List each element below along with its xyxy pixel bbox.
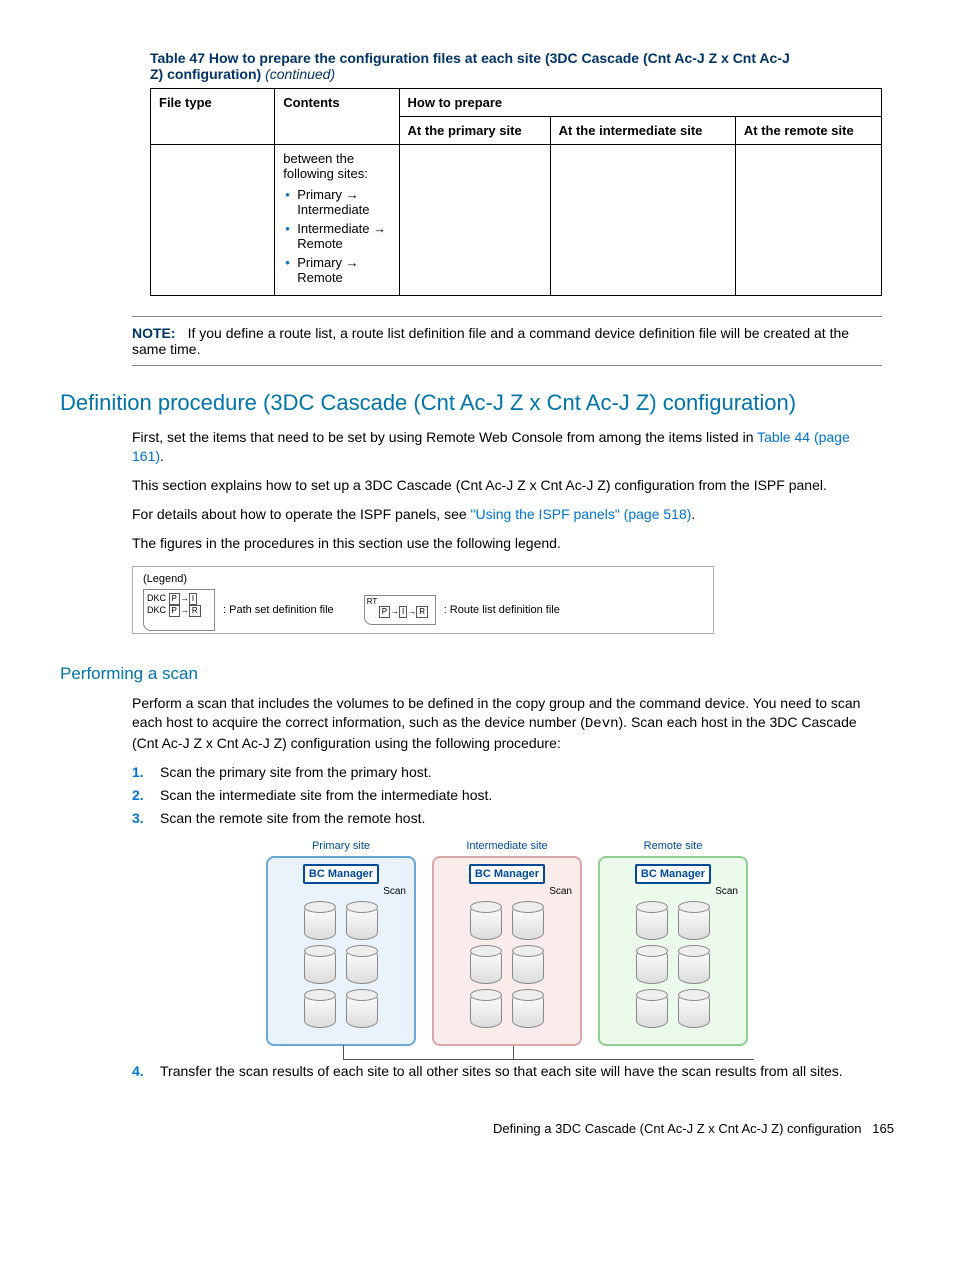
legend-routelist: P→I→R : Route list definition file [364,595,560,625]
table-row: between the following sites: Primary → I… [151,145,882,296]
section-heading: Definition procedure (3DC Cascade (Cnt A… [60,390,894,416]
intermediate-site-label: Intermediate site [432,840,582,852]
volume-icon [346,904,378,940]
remote-site-box: BC Manager Scan [598,856,748,1046]
step-item: 1.Scan the primary site from the primary… [132,763,882,782]
note-block: NOTE:If you define a route list, a route… [132,316,882,366]
primary-site-box: BC Manager Scan [266,856,416,1046]
th-how-prepare: How to prepare [399,89,881,117]
volume-icon [636,948,668,984]
volume-icon [304,948,336,984]
table-caption: Table 47 How to prepare the configuratio… [60,50,894,82]
volume-icon [678,992,710,1028]
volume-icon [346,992,378,1028]
subsection-heading: Performing a scan [60,664,894,684]
paragraph: This section explains how to set up a 3D… [132,476,882,495]
th-at-intermediate: At the intermediate site [550,117,735,145]
th-contents: Contents [275,89,399,145]
th-file-type: File type [151,89,275,145]
scan-diagram: Primary site BC Manager Scan Intermediat… [132,840,882,1046]
step-item: 2.Scan the intermediate site from the in… [132,786,882,805]
contents-intro: between the following sites: [283,151,368,181]
bc-manager-label: BC Manager [303,864,379,884]
paragraph: The figures in the procedures in this se… [132,534,882,553]
pathset-file-icon: DKC P→I DKC P→R [143,589,215,631]
volume-icon [678,904,710,940]
footer-text: Defining a 3DC Cascade (Cnt Ac-J Z x Cnt… [493,1121,861,1136]
paragraph: Perform a scan that includes the volumes… [132,694,882,753]
volume-icon [346,948,378,984]
legend-pathset: DKC P→I DKC P→R : Path set definition fi… [143,589,334,631]
link-ispf-panels[interactable]: "Using the ISPF panels" (page 518) [471,506,692,522]
volume-icon [678,948,710,984]
volume-icon [304,904,336,940]
step-item: 3.Scan the remote site from the remote h… [132,809,882,828]
primary-site-col: Primary site BC Manager Scan [266,840,416,1046]
volume-icon [470,948,502,984]
volume-icon [470,992,502,1028]
code-devn: Devn [585,716,619,732]
remote-site-label: Remote site [598,840,748,852]
th-at-remote: At the remote site [735,117,881,145]
legend-box: (Legend) DKC P→I DKC P→R : Path set defi… [132,566,714,634]
bc-manager-label: BC Manager [469,864,545,884]
config-table: File type Contents How to prepare At the… [150,88,882,296]
scan-label: Scan [549,886,572,897]
remote-site-col: Remote site BC Manager Scan [598,840,748,1046]
note-label: NOTE: [132,325,176,341]
paragraph: For details about how to operate the ISP… [132,505,882,524]
volume-icon [512,992,544,1028]
intermediate-site-box: BC Manager Scan [432,856,582,1046]
contents-bullet: Intermediate → Remote [283,221,390,251]
scan-label: Scan [383,886,406,897]
primary-site-label: Primary site [266,840,416,852]
cell-contents: between the following sites: Primary → I… [275,145,399,296]
intermediate-site-col: Intermediate site BC Manager Scan [432,840,582,1046]
legend-title: (Legend) [143,573,703,585]
legend-pathset-label: : Path set definition file [223,604,334,616]
step-item: 4.Transfer the scan results of each site… [132,1062,882,1081]
page-footer: Defining a 3DC Cascade (Cnt Ac-J Z x Cnt… [60,1121,894,1136]
note-text: If you define a route list, a route list… [132,325,849,357]
th-at-primary: At the primary site [399,117,550,145]
volume-icon [470,904,502,940]
paragraph: First, set the items that need to be set… [132,428,882,466]
contents-bullet: Primary → Remote [283,255,390,285]
volume-icon [512,904,544,940]
volume-icon [636,904,668,940]
volume-icon [512,948,544,984]
legend-routelist-label: : Route list definition file [444,604,560,616]
volume-icon [304,992,336,1028]
bc-manager-label: BC Manager [635,864,711,884]
routelist-file-icon: P→I→R [364,595,436,625]
steps-list-cont: 4.Transfer the scan results of each site… [132,1062,882,1081]
table-title-text: Table 47 How to prepare the configuratio… [150,50,790,82]
table-continued: (continued) [265,66,335,82]
contents-bullet: Primary → Intermediate [283,187,390,217]
volume-icon [636,992,668,1028]
steps-list: 1.Scan the primary site from the primary… [132,763,882,828]
page-number: 165 [872,1121,894,1136]
scan-label: Scan [715,886,738,897]
